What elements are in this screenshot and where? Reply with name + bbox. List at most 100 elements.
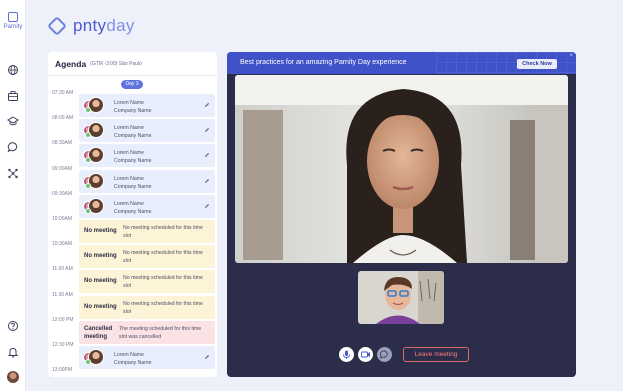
meeting-slot[interactable]: Lorem Name Company Name [79, 346, 215, 369]
online-status-dot [85, 182, 91, 189]
time-label: 08:00 AM [52, 115, 74, 122]
slot-status-label: No meeting [84, 303, 117, 310]
time-label: 10:00AM [52, 216, 73, 222]
online-status-dot [85, 207, 91, 214]
meeting-info: Lorem Name Company Name [114, 351, 151, 367]
close-icon[interactable]: × [569, 53, 573, 59]
brand-diamond-icon [47, 16, 67, 36]
company-name: Company Name [114, 360, 152, 366]
agenda-title: Agenda [55, 58, 87, 69]
online-status-dot [85, 157, 91, 164]
contact-name: Lorem Name [114, 352, 144, 358]
participant-avatars [83, 97, 105, 114]
empty-slot[interactable]: No meeting No meeting scheduled for this … [79, 295, 215, 319]
pencil-icon[interactable] [204, 102, 210, 108]
self-participant-image [358, 271, 444, 324]
time-label: 11:30 AM [52, 291, 73, 298]
meeting-slot[interactable]: Lorem Name Company Name [79, 194, 215, 218]
slot-status-label: No meeting [84, 253, 117, 260]
slot-description: No meeting scheduled for this time slot [123, 300, 203, 315]
chat-bubble-icon [379, 350, 388, 360]
microphone-icon [343, 350, 350, 359]
company-name: Company Name [114, 158, 152, 165]
participant-avatars [83, 172, 105, 190]
video-call-panel: Best practices for an amazing Parnity Da… [227, 52, 576, 377]
slot-description: No meeting scheduled for this time slot [123, 250, 203, 265]
main-video-feed [235, 75, 568, 263]
bell-icon[interactable] [7, 346, 19, 358]
meeting-info: Lorem Name Company Name [114, 149, 151, 165]
company-name: Company Name [114, 133, 152, 140]
online-status-dot [85, 132, 91, 139]
meeting-slot[interactable]: Lorem Name Company Name [79, 94, 215, 117]
participant-avatars [83, 147, 105, 164]
microphone-button[interactable] [339, 347, 354, 362]
rail-logo-text: Parnity [3, 24, 23, 30]
time-label: 10:30AM [52, 241, 73, 248]
left-rail: Parnity [0, 0, 26, 391]
time-label: 08:30AM [52, 140, 73, 147]
rail-logo[interactable]: Parnity [0, 12, 26, 30]
main-participant-image [235, 75, 568, 263]
meeting-slot[interactable]: Lorem Name Company Name [79, 169, 215, 193]
help-icon[interactable] [7, 320, 19, 332]
company-name: Company Name [114, 108, 152, 114]
meeting-info: Lorem Name Company Name [114, 124, 151, 140]
participant-avatars [83, 349, 105, 366]
self-video-thumbnail[interactable] [358, 271, 444, 324]
empty-slot[interactable]: No meeting No meeting scheduled for this … [79, 245, 215, 269]
agenda-header: Agenda (GTM -3:00) São Paulo [48, 52, 217, 76]
camera-icon [361, 351, 370, 358]
pencil-icon[interactable] [204, 178, 210, 184]
leave-meeting-button[interactable]: Leave meeting [403, 347, 469, 362]
globe-icon[interactable] [7, 64, 19, 76]
day-selector-pill[interactable]: Day 3 [121, 80, 143, 89]
empty-slot[interactable]: No meeting No meeting scheduled for this … [79, 220, 215, 243]
slot-description: No meeting scheduled for this time slot [123, 225, 203, 239]
slot-description: The meeting scheduled for this time slot… [119, 325, 202, 340]
pencil-icon[interactable] [204, 152, 210, 158]
pencil-icon[interactable] [204, 354, 210, 360]
user-avatar[interactable] [7, 371, 19, 383]
meeting-info: Lorem Name Company Name [114, 175, 151, 191]
time-label: 07:30 AM [52, 90, 74, 96]
slot-status-label: No meeting [84, 228, 117, 234]
contact-name: Lorem Name [114, 150, 144, 157]
agenda-panel: Agenda (GTM -3:00) São Paulo Day 3 07:30… [48, 52, 217, 377]
online-status-dot [85, 107, 91, 113]
agenda-timezone: (GTM -3:00) São Paulo [90, 60, 142, 67]
graduation-cap-icon[interactable] [7, 115, 19, 127]
pencil-icon[interactable] [204, 127, 210, 133]
online-status-dot [85, 359, 91, 365]
time-label: 09:00AM [52, 165, 73, 172]
chat-button[interactable] [377, 347, 392, 362]
chat-icon[interactable] [7, 141, 19, 153]
time-label: 13:00PM [52, 367, 73, 374]
logo-mark-icon [8, 12, 18, 22]
banner-text: Best practices for an amazing Parnity Da… [240, 59, 407, 66]
meeting-slot[interactable]: Lorem Name Company Name [79, 144, 215, 168]
contact-name: Lorem Name [114, 175, 144, 182]
meeting-info: Lorem Name Company Name [114, 99, 151, 115]
check-now-button[interactable]: Check Now [517, 59, 557, 69]
meeting-info: Lorem Name Company Name [114, 200, 151, 216]
slot-description: No meeting scheduled for this time slot [123, 275, 203, 290]
time-label: 12:00 PM [52, 316, 74, 323]
contact-name: Lorem Name [114, 100, 144, 106]
time-label: 12:30 PM [52, 342, 74, 348]
slot-status-label: No meeting [84, 278, 117, 285]
empty-slot[interactable]: No meeting No meeting scheduled for this … [79, 270, 215, 294]
brand-logo[interactable]: pntyday [47, 14, 135, 38]
time-label: 09:30AM [52, 190, 73, 197]
brand-name: pntyday [73, 16, 135, 35]
slot-status-label: Cancelled meeting [84, 325, 113, 340]
contact-name: Lorem Name [114, 125, 144, 132]
tips-banner: Best practices for an amazing Parnity Da… [227, 52, 576, 74]
cancelled-slot[interactable]: Cancelled meeting The meeting scheduled f… [79, 320, 215, 344]
camera-button[interactable] [358, 347, 373, 362]
contact-name: Lorem Name [114, 200, 144, 207]
meeting-slot[interactable]: Lorem Name Company Name [79, 119, 215, 143]
briefcase-icon[interactable] [7, 90, 19, 102]
network-icon[interactable] [7, 167, 19, 179]
pencil-icon[interactable] [204, 203, 210, 209]
